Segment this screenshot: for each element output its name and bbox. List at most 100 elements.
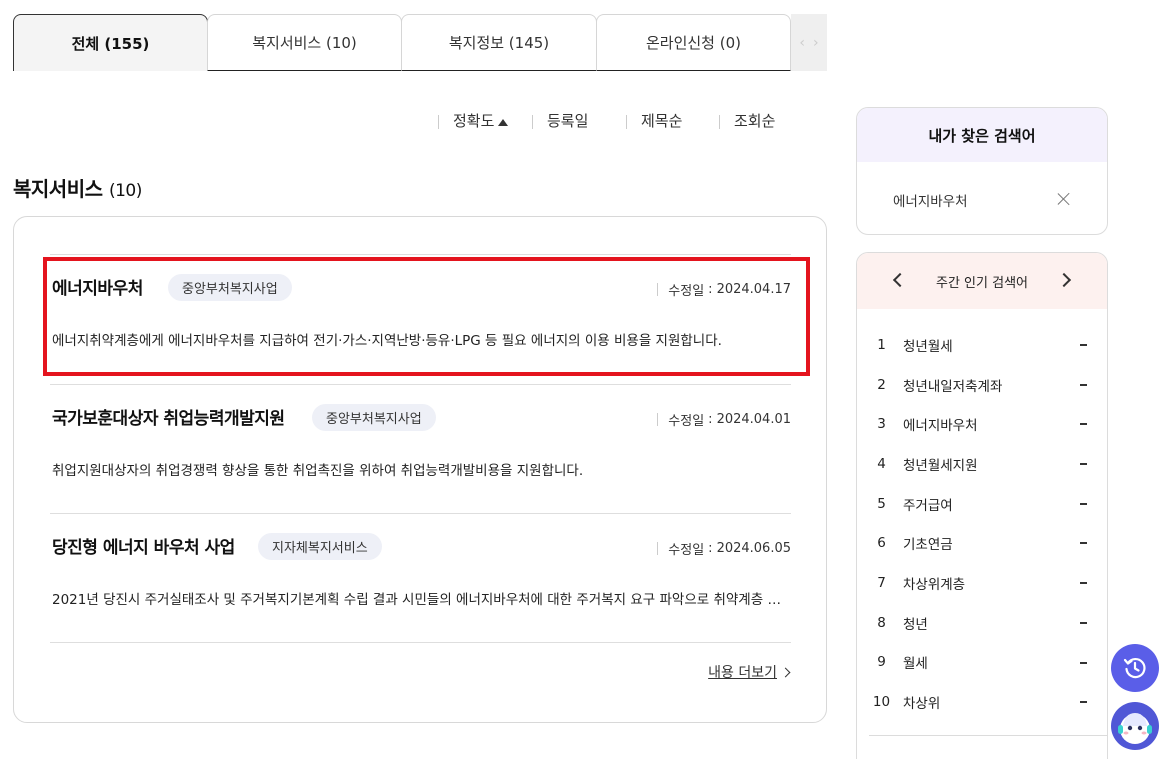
sort-options: 정확도 등록일 제목순 조회순 xyxy=(438,112,789,132)
no-change-icon xyxy=(1080,621,1087,624)
rank-number: 8 xyxy=(877,614,886,631)
rank-word: 에너지바우처 xyxy=(903,418,978,435)
chevron-right-icon[interactable] xyxy=(1056,272,1072,288)
result-title[interactable]: 국가보훈대상자 취업능력개발지원 xyxy=(52,404,285,429)
rank-number: 9 xyxy=(877,654,886,671)
triangle-up-icon xyxy=(498,118,509,126)
no-change-icon xyxy=(1080,463,1087,466)
tab-welfare-info[interactable]: 복지정보 (145) xyxy=(401,14,597,71)
date-value: 2024.04.01 xyxy=(716,412,791,427)
my-search-panel: 내가 찾은 검색어 에너지바우처 xyxy=(856,107,1108,235)
result-badge: 지자체복지서비스 xyxy=(258,533,382,560)
no-change-icon xyxy=(1080,423,1087,426)
list-item[interactable]: 9 월세 xyxy=(857,643,1107,683)
date-separator: : xyxy=(708,282,713,297)
divider xyxy=(657,283,659,296)
rank-word: 청년월세 xyxy=(903,338,953,355)
date-separator: : xyxy=(708,412,713,427)
rank-number: 6 xyxy=(877,535,886,552)
result-title[interactable]: 당진형 에너지 바우처 사업 xyxy=(52,533,235,558)
more-link[interactable]: 내용 더보기 xyxy=(708,662,791,682)
result-date: 수정일 : 2024.06.05 xyxy=(657,539,791,558)
list-item[interactable]: 10 차상위 xyxy=(857,682,1107,722)
section-title: 복지서비스 (10) xyxy=(13,173,142,202)
popular-search-panel: 주간 인기 검색어 1 청년월세 2 청년내일저축계좌 3 에너지바우처 4 청년월세지… xyxy=(856,252,1108,759)
section-title-text: 복지서비스 xyxy=(13,177,103,201)
list-item[interactable]: 2 청년내일저축계좌 xyxy=(857,365,1107,405)
list-item[interactable]: 7 차상위계층 xyxy=(857,563,1107,603)
rank-word: 주거급여 xyxy=(903,497,953,514)
chevron-right-icon[interactable]: › xyxy=(813,35,819,51)
my-search-title: 내가 찾은 검색어 xyxy=(857,108,1107,162)
divider xyxy=(50,642,791,643)
popular-title: 주간 인기 검색어 xyxy=(936,275,1028,291)
result-item[interactable]: 국가보훈대상자 취업능력개발지원 중앙부처복지사업 수정일 : 2024.04.… xyxy=(50,384,791,514)
rank-number: 7 xyxy=(877,574,886,591)
rank-number: 2 xyxy=(877,376,886,393)
history-icon xyxy=(1123,657,1146,679)
rank-number: 5 xyxy=(877,495,886,512)
category-tabs: 전체 (155) 복지서비스 (10) 복지정보 (145) 온라인신청 (0)… xyxy=(13,14,827,71)
list-item[interactable]: 6 기초연금 xyxy=(857,523,1107,563)
no-change-icon xyxy=(1080,582,1087,585)
date-separator: : xyxy=(708,541,713,556)
rank-number: 4 xyxy=(877,455,886,472)
results-card: 에너지바우처 중앙부처복지사업 수정일 : 2024.04.17 에너지취약계층… xyxy=(13,216,827,723)
no-change-icon xyxy=(1080,383,1087,386)
recent-history-button[interactable] xyxy=(1111,644,1159,692)
date-value: 2024.06.05 xyxy=(716,541,791,556)
result-item[interactable]: 에너지바우처 중앙부처복지사업 수정일 : 2024.04.17 에너지취약계층… xyxy=(50,254,791,384)
close-icon[interactable] xyxy=(1057,192,1071,206)
popular-list: 1 청년월세 2 청년내일저축계좌 3 에너지바우처 4 청년월세지원 5 주거급여 6기… xyxy=(857,325,1107,722)
popular-header: 주간 인기 검색어 xyxy=(857,253,1107,309)
sort-title-label: 제목순 xyxy=(641,112,683,130)
tab-online-apply[interactable]: 온라인신청 (0) xyxy=(596,14,791,71)
date-value: 2024.04.17 xyxy=(716,282,791,297)
divider xyxy=(657,542,659,555)
chevron-left-icon[interactable]: ‹ xyxy=(799,35,805,51)
sort-registered-label: 등록일 xyxy=(547,112,589,130)
rank-number: 3 xyxy=(877,416,886,433)
rank-number: 1 xyxy=(877,336,886,353)
chevron-left-icon[interactable] xyxy=(892,272,908,288)
result-desc: 2021년 당진시 주거실태조사 및 주거복지기본계획 수립 결과 시민들의 에… xyxy=(52,592,787,608)
sort-accuracy[interactable]: 정확도 xyxy=(438,114,532,129)
list-item[interactable]: 1 청년월세 xyxy=(857,325,1107,365)
sort-registered[interactable]: 등록일 xyxy=(532,112,626,130)
list-item[interactable]: 4 청년월세지원 xyxy=(857,444,1107,484)
divider xyxy=(869,735,1107,736)
tab-all[interactable]: 전체 (155) xyxy=(13,14,208,71)
divider xyxy=(657,413,659,426)
sort-views[interactable]: 조회순 xyxy=(719,112,789,130)
rank-word: 청년월세지원 xyxy=(903,457,978,474)
rank-word: 기초연금 xyxy=(903,537,953,554)
date-label: 수정일 xyxy=(668,284,705,299)
date-label: 수정일 xyxy=(668,414,705,429)
rank-word: 월세 xyxy=(903,656,928,673)
result-desc: 에너지취약계층에게 에너지바우처를 지급하여 전기·가스·지역난방·등유·LPG… xyxy=(52,333,722,349)
result-item[interactable]: 당진형 에너지 바우처 사업 지자체복지서비스 수정일 : 2024.06.05… xyxy=(50,513,791,643)
result-date: 수정일 : 2024.04.17 xyxy=(657,280,791,299)
list-item[interactable]: 3 에너지바우처 xyxy=(857,404,1107,444)
no-change-icon xyxy=(1080,542,1087,545)
list-item[interactable]: 5 주거급여 xyxy=(857,484,1107,524)
rank-word: 청년 xyxy=(903,616,928,633)
sort-title[interactable]: 제목순 xyxy=(626,112,719,130)
rank-word: 청년내일저축계좌 xyxy=(903,378,1003,395)
chatbot-icon xyxy=(1118,713,1152,744)
more-label: 내용 더보기 xyxy=(708,665,777,681)
tab-scroll-arrows: ‹ › xyxy=(791,14,827,71)
no-change-icon xyxy=(1080,344,1087,346)
my-search-term[interactable]: 에너지바우처 xyxy=(893,190,968,210)
rank-word: 차상위계층 xyxy=(903,576,966,593)
no-change-icon xyxy=(1080,502,1087,505)
result-desc: 취업지원대상자의 취업경쟁력 향상을 통한 취업촉진을 위하여 취업능력개발비용… xyxy=(52,463,584,479)
no-change-icon xyxy=(1080,661,1087,664)
chevron-right-icon xyxy=(780,667,791,677)
list-item[interactable]: 8 청년 xyxy=(857,603,1107,643)
result-title[interactable]: 에너지바우처 xyxy=(52,274,143,299)
rank-number: 10 xyxy=(872,694,891,711)
tab-welfare-service[interactable]: 복지서비스 (10) xyxy=(207,14,402,71)
sort-views-label: 조회순 xyxy=(734,112,776,130)
chatbot-button[interactable] xyxy=(1111,702,1159,750)
